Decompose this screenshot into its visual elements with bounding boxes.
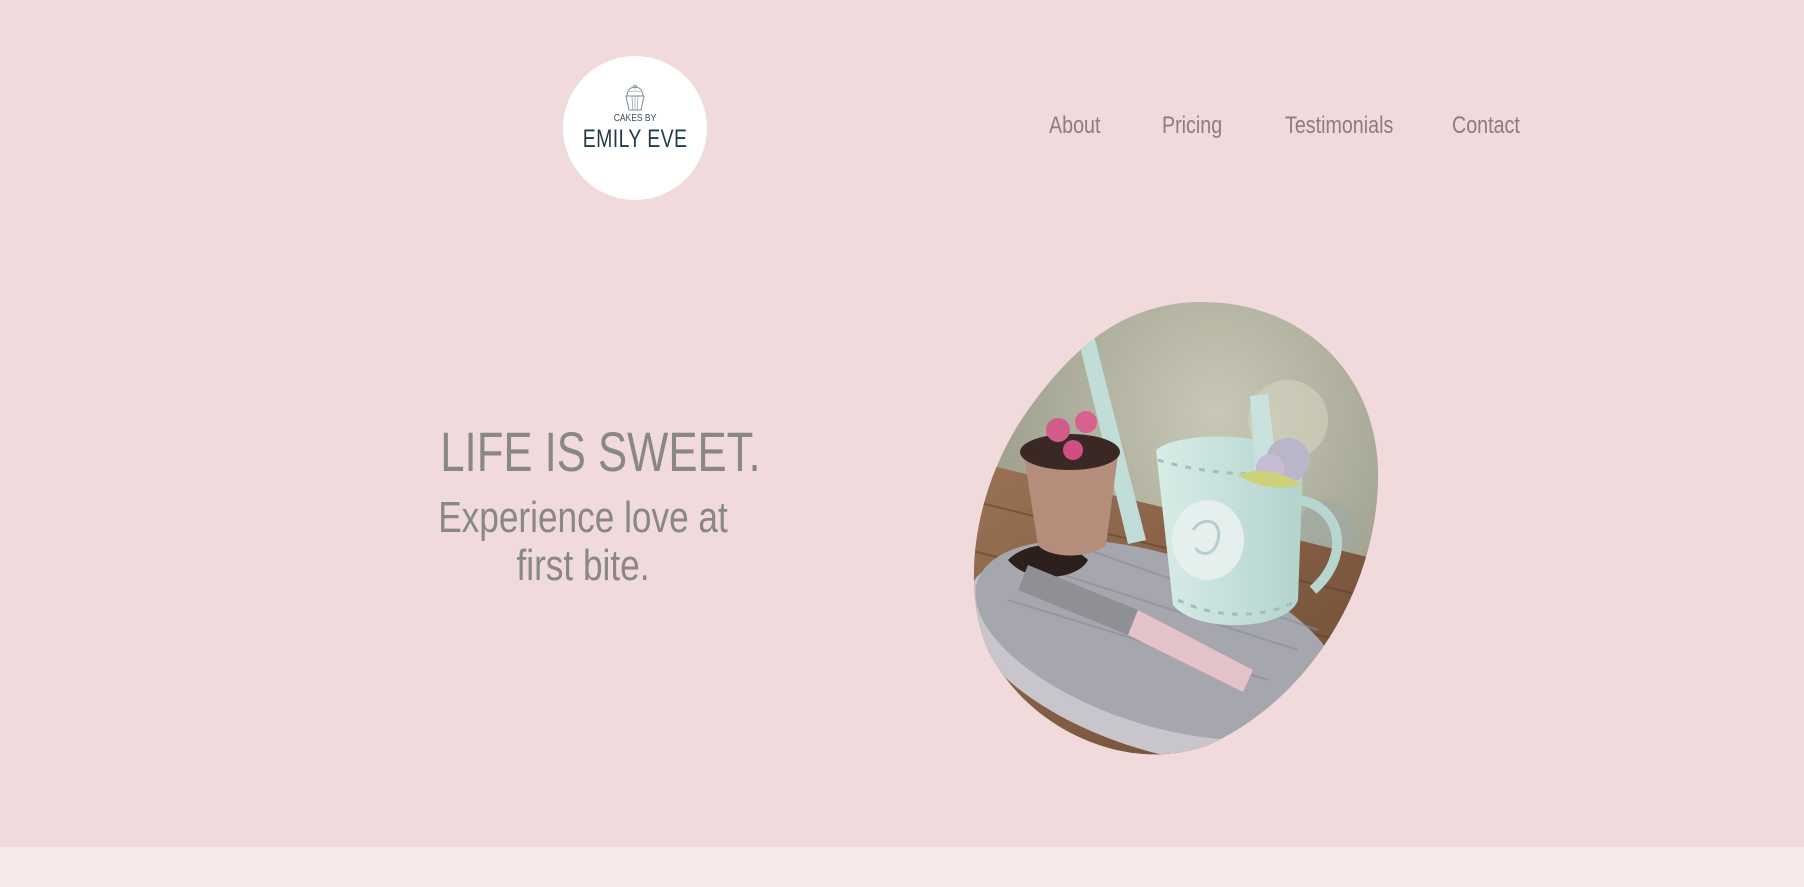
logo-tagline: CAKES BY: [613, 113, 657, 124]
nav-link-pricing[interactable]: Pricing: [1162, 112, 1222, 140]
logo[interactable]: CAKES BY EMILY EVE: [563, 56, 707, 200]
next-section-strip: [0, 847, 1804, 887]
hero-title: LIFE IS SWEET.: [440, 420, 761, 483]
nav-link-about[interactable]: About: [1049, 112, 1100, 140]
cake-photo: [973, 301, 1379, 755]
nav-link-testimonials[interactable]: Testimonials: [1285, 112, 1393, 140]
hero-section: [0, 0, 1804, 847]
hero-subtitle: Experience love at first bite.: [438, 493, 728, 590]
nav-link-contact[interactable]: Contact: [1452, 112, 1520, 140]
cupcake-icon: [625, 84, 645, 111]
hero-text: LIFE IS SWEET. Experience love at first …: [400, 422, 766, 590]
logo-name: EMILY EVE: [582, 125, 688, 153]
